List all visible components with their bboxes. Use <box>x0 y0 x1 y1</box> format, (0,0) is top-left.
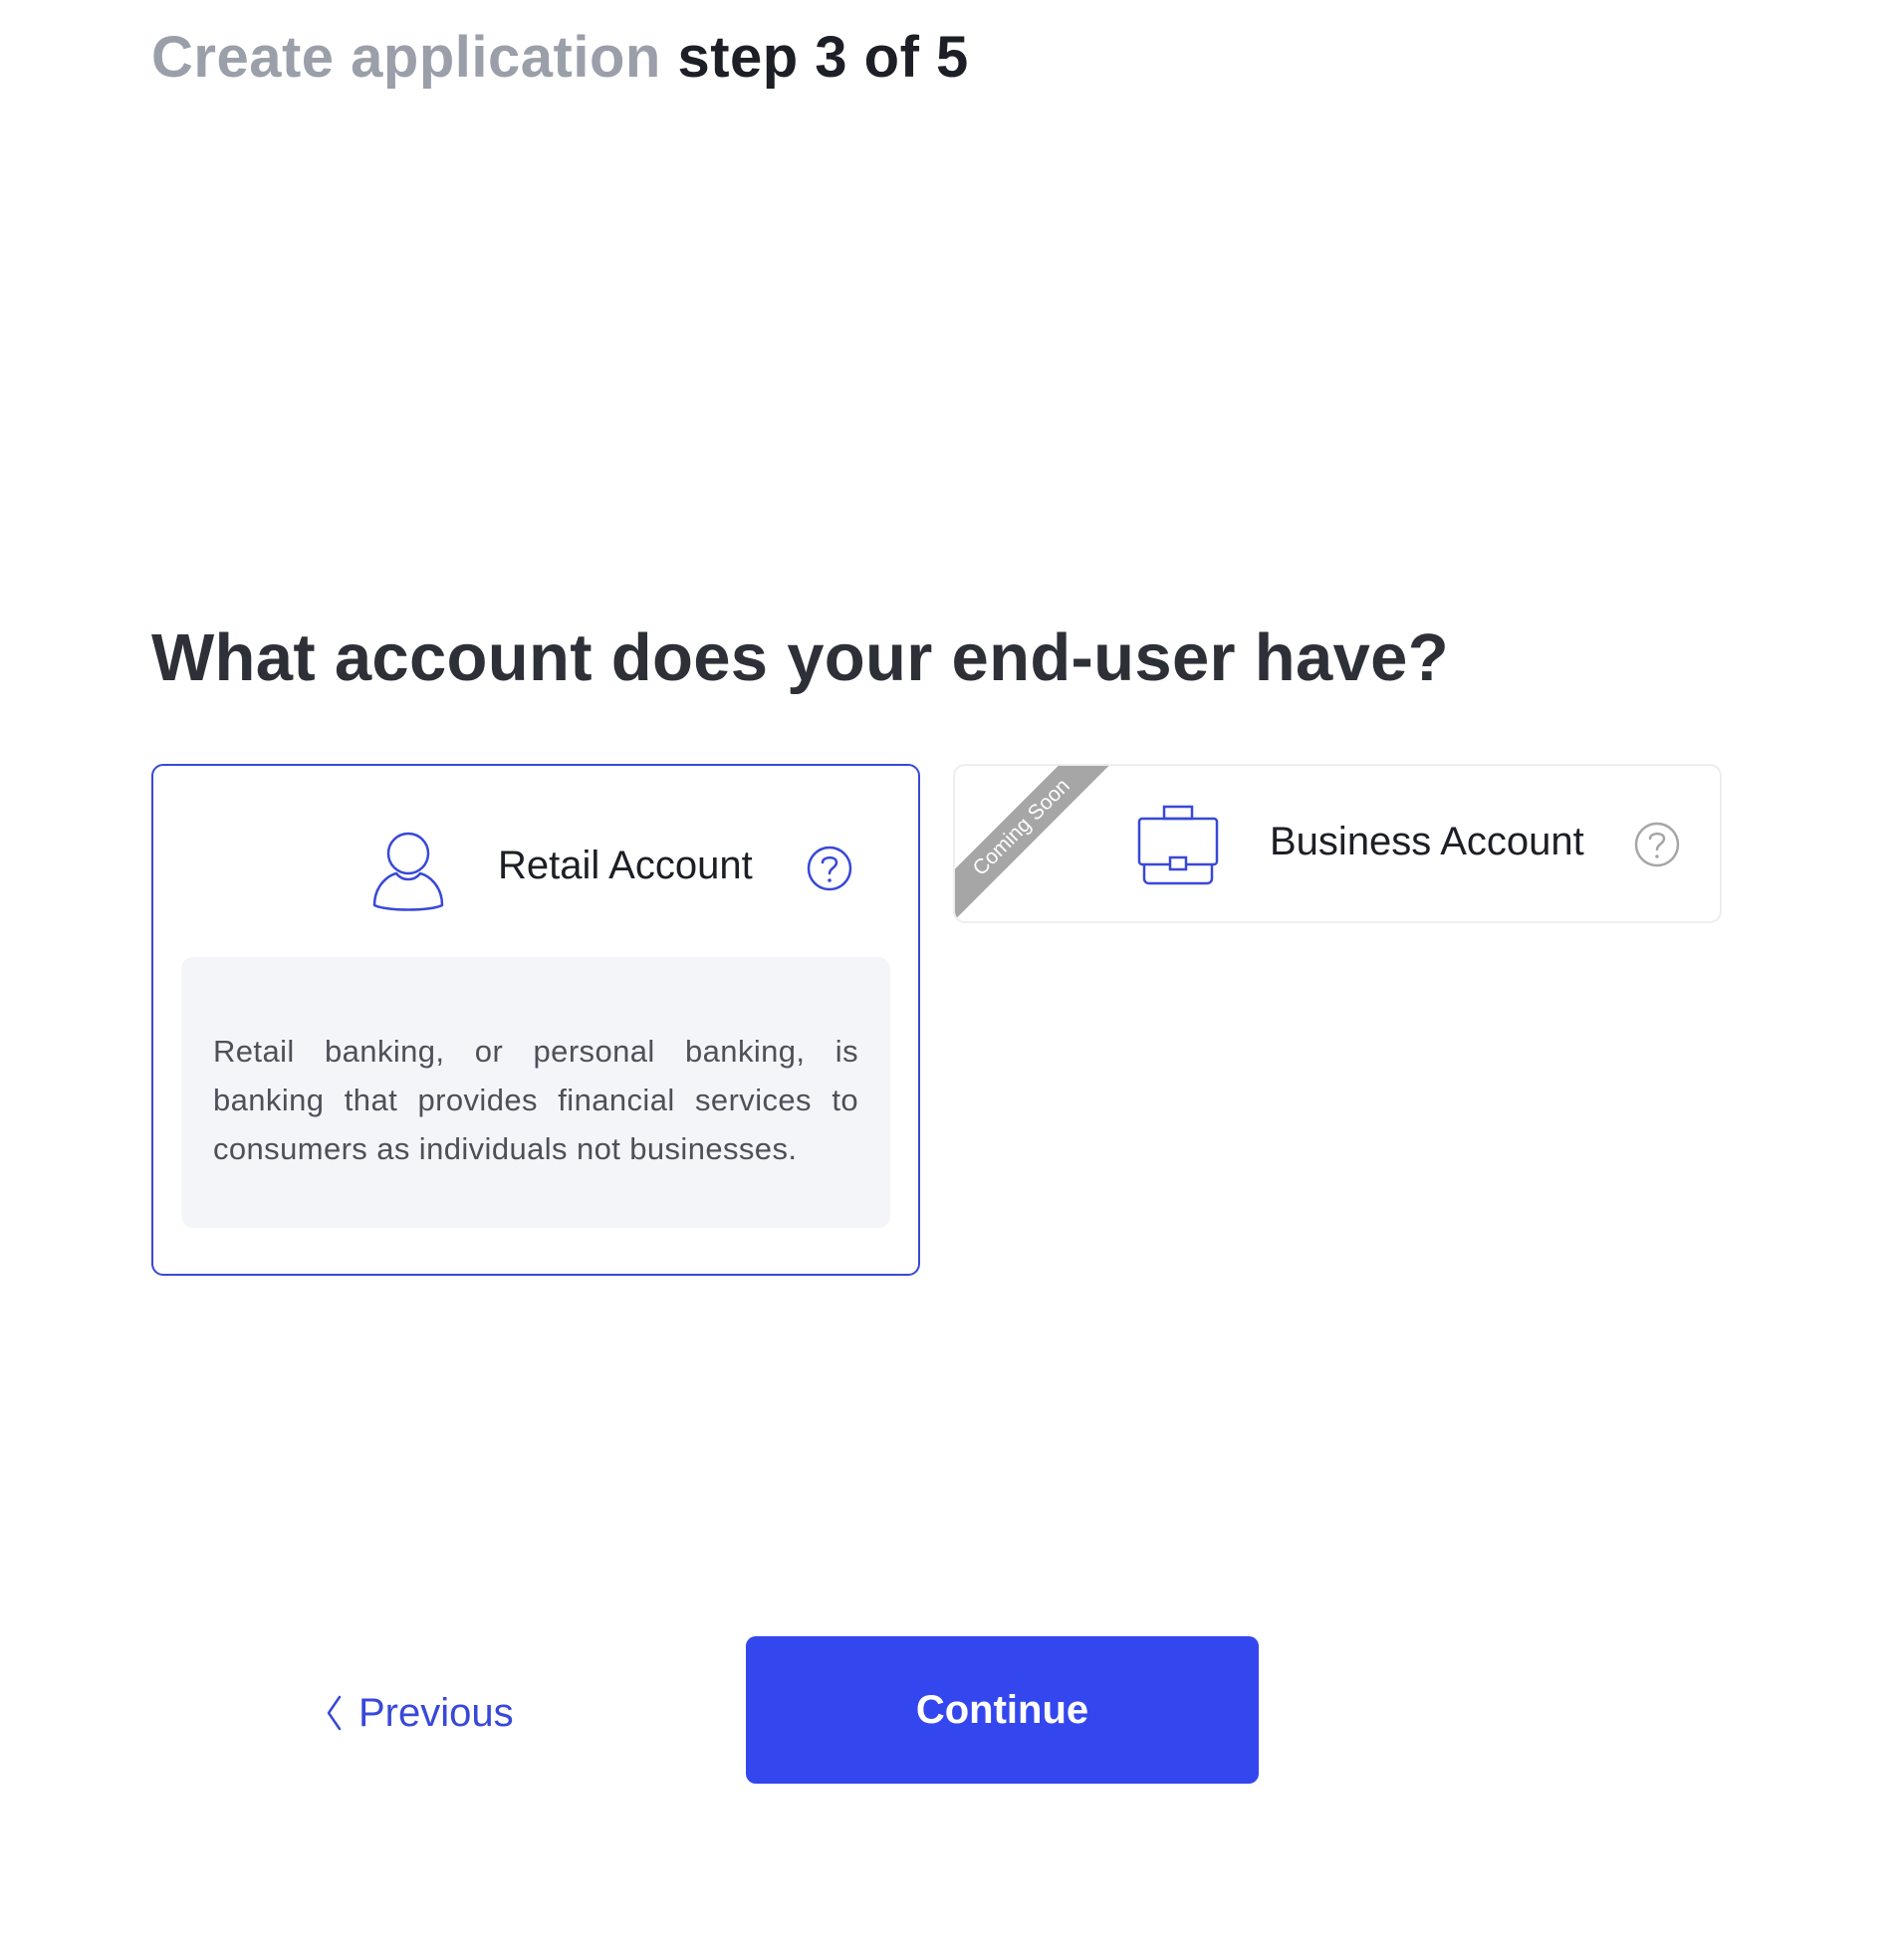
retail-account-card[interactable]: Retail Account Retail banking, or person… <box>151 764 920 1276</box>
business-account-card[interactable]: Coming Soon Business Account <box>953 764 1722 923</box>
question-circle-icon[interactable] <box>1634 822 1680 867</box>
coming-soon-label: Coming Soon <box>955 766 1123 921</box>
step-indicator: step 3 of 5 <box>677 25 969 90</box>
page-title-prefix: Create application <box>151 25 661 90</box>
briefcase-icon <box>1137 805 1219 885</box>
retail-account-label: Retail Account <box>498 844 753 887</box>
page-title: Create application step 3 of 5 <box>151 24 969 91</box>
question-heading: What account does your end-user have? <box>151 620 1449 695</box>
continue-button-label: Continue <box>915 1687 1089 1732</box>
chevron-left-icon <box>327 1695 342 1731</box>
previous-button[interactable]: Previous <box>325 1685 514 1741</box>
business-account-label: Business Account <box>1270 820 1584 863</box>
coming-soon-ribbon: Coming Soon <box>955 766 1124 921</box>
question-circle-icon[interactable] <box>807 846 852 891</box>
previous-button-label: Previous <box>358 1690 514 1735</box>
retail-account-description: Retail banking, or personal banking, is … <box>213 1034 858 1166</box>
continue-button[interactable]: Continue <box>746 1636 1259 1784</box>
user-icon <box>372 832 444 911</box>
retail-account-description-box: Retail banking, or personal banking, is … <box>181 957 890 1228</box>
